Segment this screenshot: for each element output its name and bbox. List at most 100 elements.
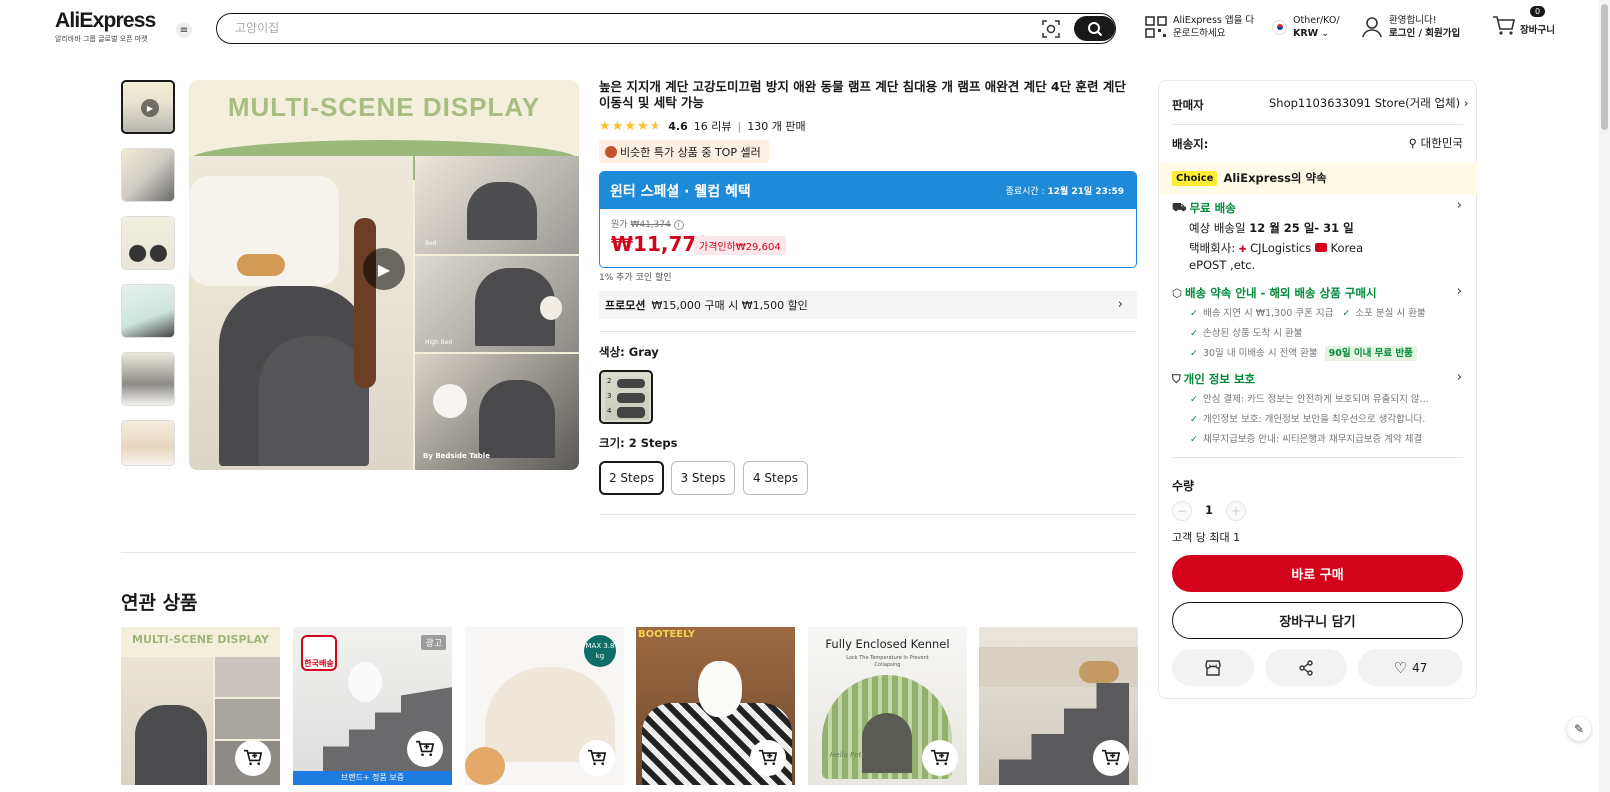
choice-badge: Choice [1172,170,1218,186]
cj-logo-icon: ✚ [1238,245,1247,255]
privacy-title[interactable]: ⛉ 개인 정보 보호 [1172,371,1255,387]
add-to-cart-button[interactable] [407,731,443,767]
thumbnail-6[interactable] [121,420,175,466]
add-to-cart-button[interactable] [922,740,958,776]
video-play-button[interactable]: ▶ [363,248,405,290]
seller-link[interactable]: Shop1103633091 Store(거래 업체) › [1269,95,1468,111]
thumbnail-video[interactable]: ▶ [121,80,175,134]
info-icon[interactable]: i [673,220,684,230]
currency-text: KRW [1293,28,1319,39]
search-button[interactable] [1074,16,1115,41]
promotion-row[interactable]: 프로모션 ₩15,000 구매 시 ₩1,500 할인 › [599,291,1137,319]
search-bar [216,13,1116,44]
related-card-2[interactable]: 한국배송 광고 브랜드+ 정품 보증 [293,627,452,785]
review-count[interactable]: 16 리뷰 [694,118,732,134]
card-label: BOOTEELY [638,629,696,640]
wishlist-button[interactable]: ♡ 47 [1358,649,1463,686]
search-icon [1087,21,1102,36]
color-option-gray[interactable]: 2 3 4 [599,370,653,424]
thumbnail-5[interactable] [121,352,175,406]
share-button[interactable] [1265,649,1347,686]
edit-feedback-button[interactable]: ✎ [1567,717,1591,741]
promise-item: 소포 분실 시 환불 [1355,308,1426,319]
card-label: MULTI-SCENE DISPLAY [132,633,269,646]
add-to-cart-button[interactable] [579,740,615,776]
chevron-right-icon[interactable]: › [1457,284,1462,299]
ad-badge: 광고 [421,635,446,650]
play-icon: ▶ [141,99,159,117]
check-icon: ✓ [1342,308,1351,319]
image-search-icon[interactable] [1041,19,1061,39]
thumbnail-4[interactable] [121,284,175,338]
logo-text: AliExpress [55,9,156,32]
locale-selector[interactable]: Other/KO/KRW ⌄ [1272,14,1340,40]
app-download[interactable]: AliExpress 앱을 다 운로드하세요 [1145,14,1254,40]
divider [121,552,1137,553]
seller-name: Shop1103633091 Store(거래 업체) [1269,96,1461,110]
scene-bed: Bed [415,156,579,254]
related-card-1[interactable]: MULTI-SCENE DISPLAY [121,627,280,785]
check-icon: ✓ [1190,434,1198,445]
related-card-4[interactable]: BOOTEELY [636,627,795,785]
scene-caption-bed: Bed [425,240,437,247]
login-link[interactable]: 로그인 / 회원가입 [1389,28,1460,39]
add-to-cart-button[interactable] [235,740,271,776]
store-button[interactable] [1172,649,1254,686]
gallery-heading: MULTI-SCENE DISPLAY [227,92,541,122]
ship-to-selector[interactable]: ⚲ 대한민국 [1359,135,1463,151]
aliexpress-logo[interactable]: AliExpress 알리바바 그룹 글로벌 오픈 마켓 [55,10,156,44]
pencil-icon: ✎ [1573,722,1585,736]
related-card-3[interactable]: MAX 3.8 kg [465,627,624,785]
add-to-cart-button[interactable] [1093,740,1129,776]
carrier-label: 택배회사: [1189,241,1236,255]
scene-high-bed: High Bed [415,256,579,352]
promise-item: 배송 지연 시 ₩1,300 쿠폰 지급 [1202,308,1334,319]
banner-title: 윈터 스페셜 · 웰컴 혜택 [610,183,751,200]
quantity-value: 1 [1205,503,1214,517]
quantity-minus-button[interactable]: − [1172,501,1192,521]
related-card-5[interactable]: Fully Enclosed Kennel Lock The Temperatu… [808,627,967,785]
free-shipping-title[interactable]: ⛟ 무료 배송 [1172,200,1236,216]
chevron-right-icon[interactable]: › [1457,370,1462,385]
eta-date: 12 월 25 일- 31 일 [1249,221,1354,235]
related-card-6[interactable] [979,627,1138,785]
buy-now-button[interactable]: 바로 구매 [1172,555,1463,592]
hamburger-menu-icon[interactable]: ≡ [176,22,192,38]
chevron-right-icon[interactable]: › [1457,198,1462,213]
eta-label: 예상 배송일 [1189,221,1246,235]
account-menu[interactable]: 환영합니다! 로그인 / 회원가입 [1361,14,1460,40]
product-main-image[interactable]: MULTI-SCENE DISPLAY Bed High Bed By Beds… [189,80,579,470]
choice-banner: Choice AliExpress의 약속 [1160,162,1477,194]
cart-link[interactable]: 0 장바구니 [1492,6,1555,37]
shield-check-icon: ⛉ [1172,371,1181,386]
search-input[interactable] [235,19,1015,37]
thumbnail-3[interactable] [121,216,175,270]
check-icon: ✓ [1190,308,1198,319]
like-count: 47 [1412,660,1428,675]
ship-to-label: 배송지: [1172,137,1209,151]
divider [599,514,1137,515]
quantity-plus-button[interactable]: + [1226,501,1246,521]
add-to-cart-button[interactable]: 장바구니 담기 [1172,602,1463,639]
size-option-3-steps[interactable]: 3 Steps [671,461,735,495]
scene-bedside: By Bedside Table [415,354,579,470]
add-to-cart-button[interactable] [750,740,786,776]
purchase-panel: 판매자 Shop1103633091 Store(거래 업체) › 배송지: ⚲… [1158,80,1477,699]
size-option-4-steps[interactable]: 4 Steps [743,461,808,495]
swatch-step-2: 2 [607,377,612,385]
divider [1172,124,1463,125]
page-scrollbar[interactable] [1599,0,1610,792]
rating-row: ★★★★★ 4.6 16 리뷰 | 130 개 판매 [599,118,806,134]
related-products-title: 연관 상품 [121,592,198,614]
shield-box-icon: ⬡ [1172,286,1183,300]
top-header: AliExpress 알리바바 그룹 글로벌 오픈 마켓 ≡ AliExpres… [0,0,1600,58]
cart-plus-icon [588,749,607,766]
cart-plus-icon [931,749,950,766]
size-option-2-steps[interactable]: 2 Steps [599,461,664,495]
scrollbar-thumb[interactable] [1601,4,1608,130]
thumbnail-2[interactable] [121,148,175,202]
discount-badge: 가격인하₩29,604 [694,236,786,255]
promise-title[interactable]: ⬡ 배송 약속 안내 - 해외 배송 상품 구매시 [1172,285,1377,301]
share-icon [1299,659,1313,676]
cart-plus-icon [759,749,778,766]
